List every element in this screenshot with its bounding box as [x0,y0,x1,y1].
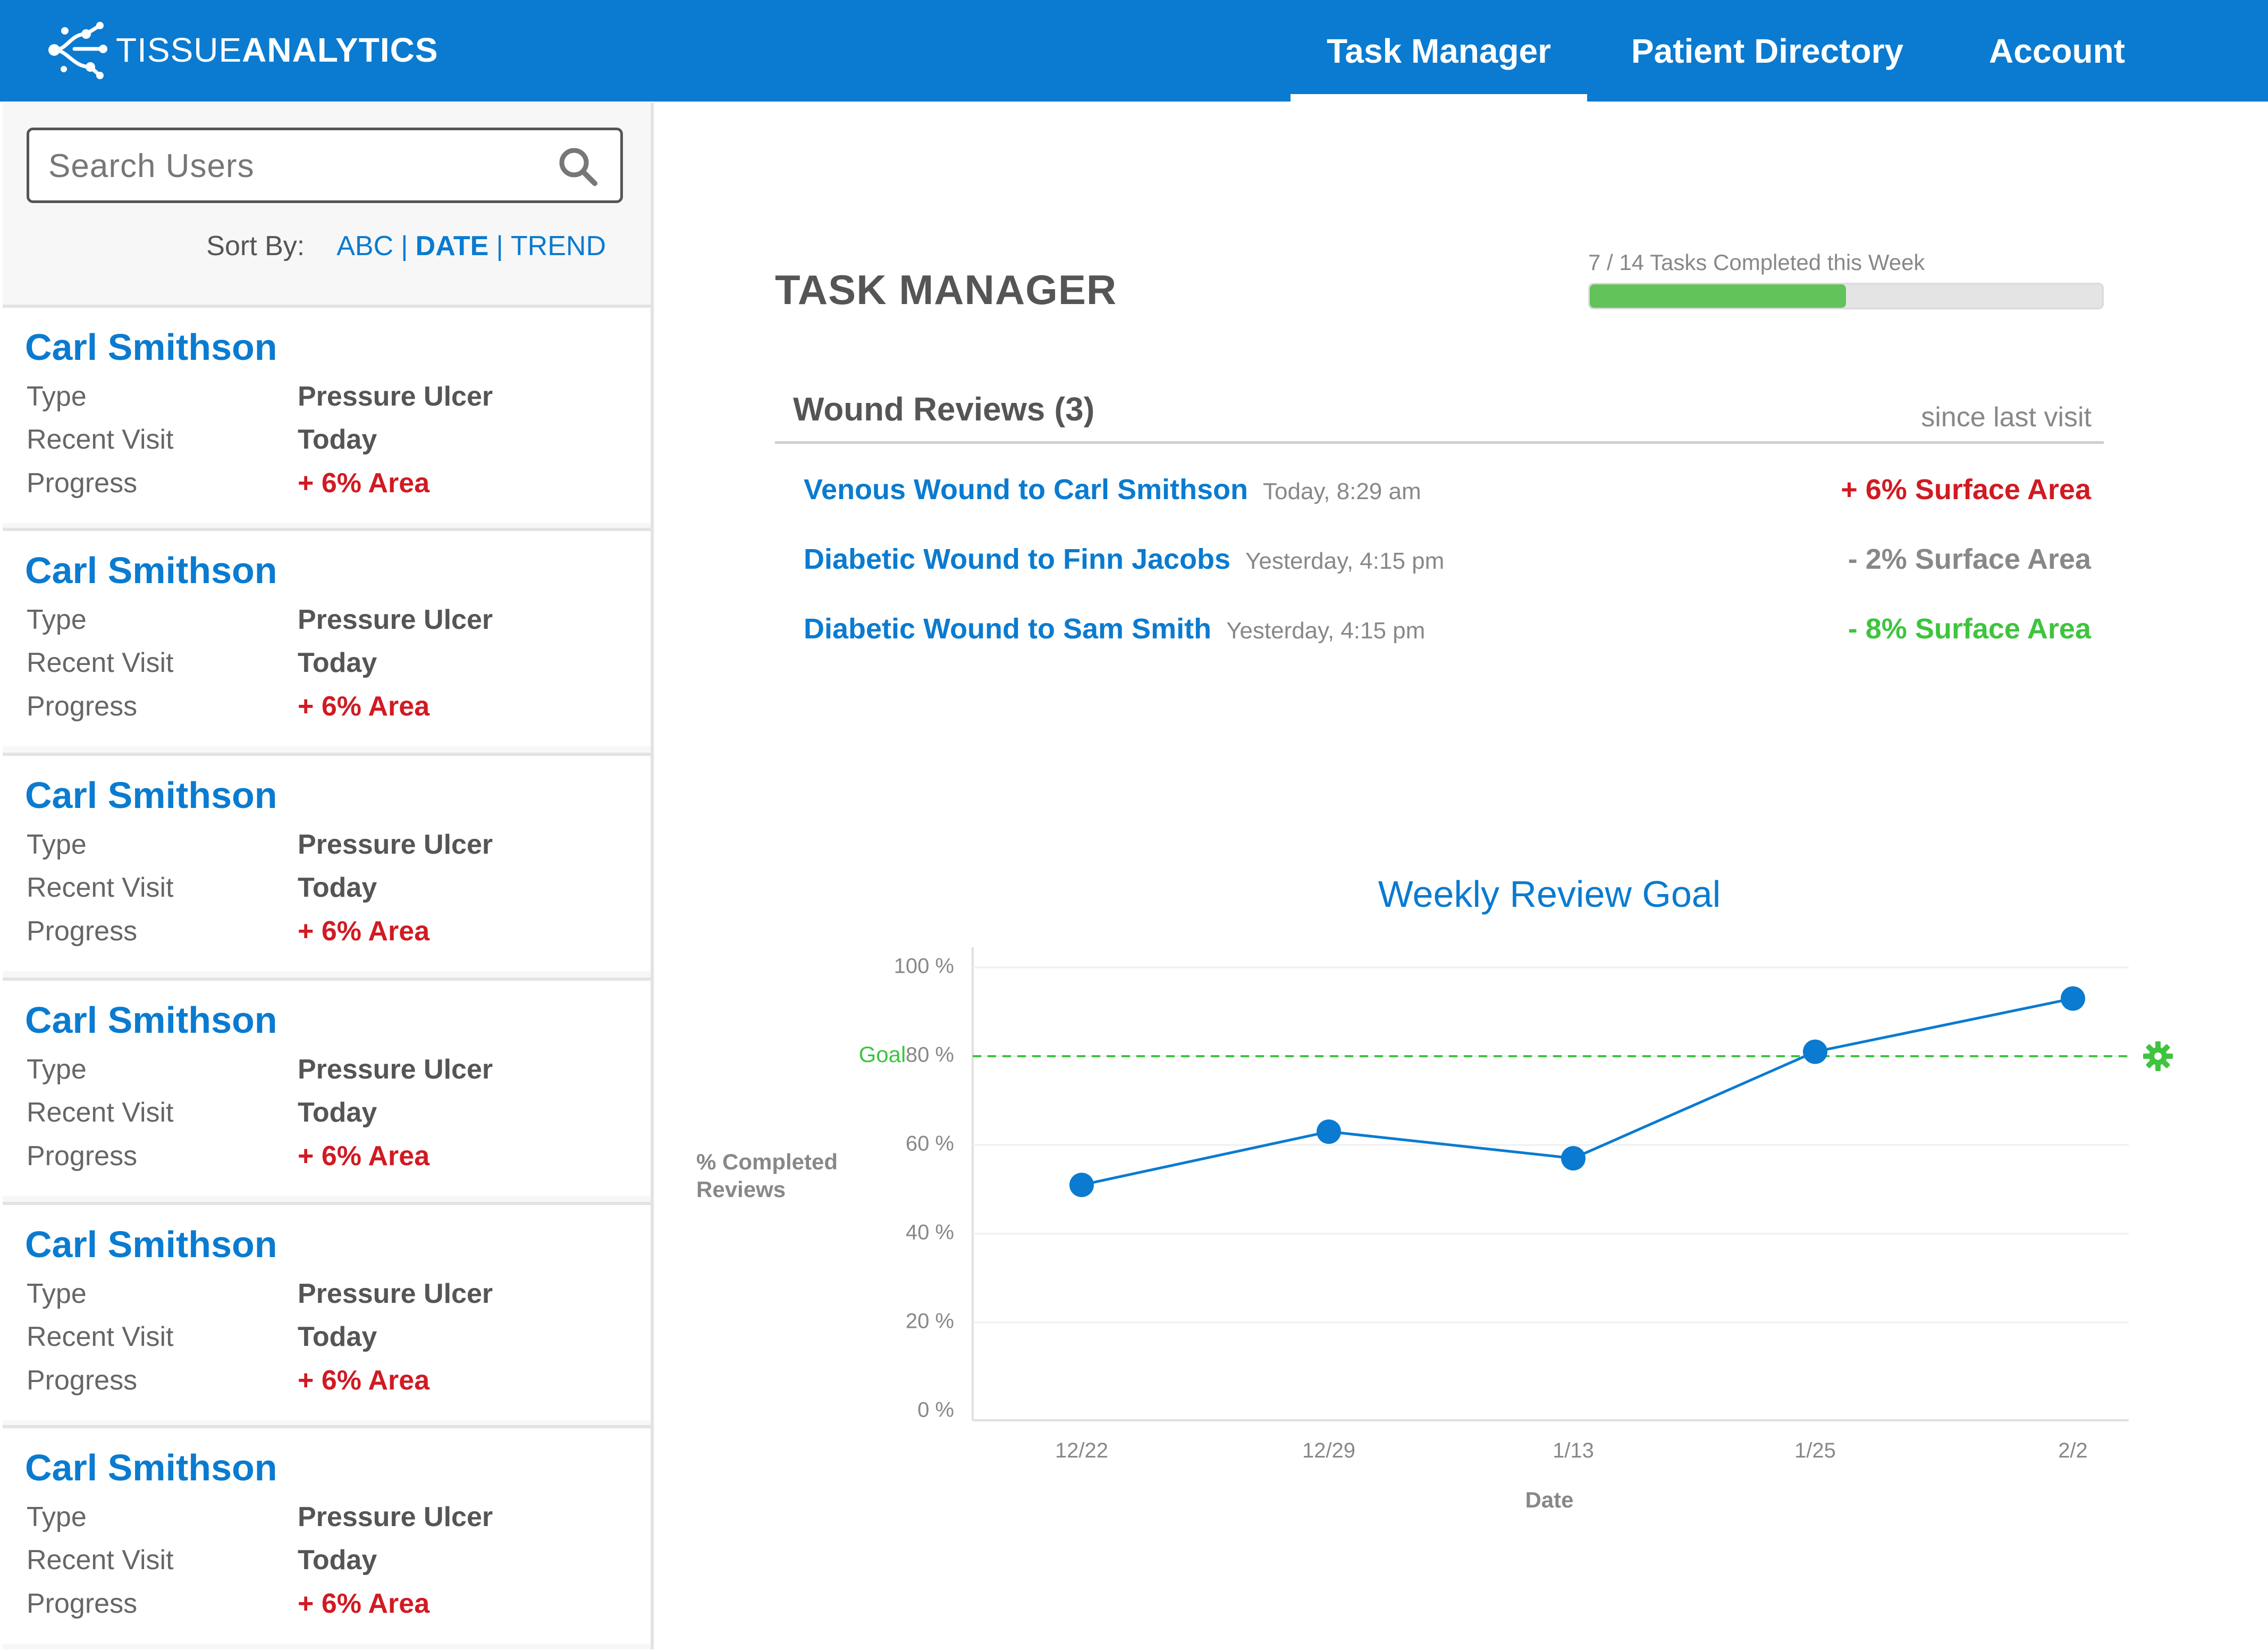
review-change: + 6% Surface Area [1841,474,2091,506]
x-tick-label: 12/29 [1302,1439,1355,1462]
sort-trend-link[interactable]: TREND [511,231,606,262]
patient-name[interactable]: Carl Smithson [25,549,277,592]
y-tick-label: 20 % [906,1310,954,1333]
review-date: Yesterday, 4:15 pm [1226,618,1426,644]
sort-date-link[interactable]: DATE [416,231,489,262]
patient-name[interactable]: Carl Smithson [25,999,277,1041]
x-tick-label: 1/25 [1794,1439,1836,1462]
search-icon[interactable] [557,145,599,188]
x-tick-label: 2/2 [2058,1439,2088,1462]
goal-label: Goal [859,1042,906,1067]
brand-wordmark: TISSUEANALYTICS [116,31,439,69]
sort-controls: Sort By: ABC | DATE | TREND [206,231,606,262]
x-tick-label: 12/22 [1055,1439,1108,1462]
sort-label: Sort By: [206,231,305,262]
patient-name[interactable]: Carl Smithson [25,1223,277,1266]
search-users-input[interactable]: Search Users [27,128,623,203]
y-tick-label: 60 % [906,1132,954,1156]
wound-reviews-title: Wound Reviews (3) [793,391,1095,428]
weekly-review-chart: Weekly Review Goal 0 % 20 % 40 % 60 % 80 % 10… [696,873,2173,1512]
y-tick-label: 0 % [917,1399,954,1422]
patient-name[interactable]: Carl Smithson [25,774,277,816]
tasks-progress-fill [1590,284,1846,308]
tab-account[interactable]: Account [1956,0,2158,102]
chart-title: Weekly Review Goal [1378,873,1721,915]
patient-card[interactable]: Carl Smithson Type Pressure Ulcer Recent Vi… [3,1425,651,1644]
review-item[interactable]: Diabetic Wound to Sam Smith Yesterday, 4:… [804,612,2091,650]
patient-name[interactable]: Carl Smithson [25,326,277,368]
tasks-progress-bar [1588,283,2104,309]
brand-logo[interactable]: TISSUEANALYTICS [44,18,439,82]
tab-patient-directory[interactable]: Patient Directory [1605,0,1929,102]
patient-card[interactable]: Carl Smithson Type Pressure Ulcer Recent Vi… [3,1202,651,1420]
review-title-link[interactable]: Diabetic Wound to Sam Smith [804,613,1211,645]
patient-card[interactable]: Carl Smithson Type Pressure Ulcer Recent Vi… [3,305,651,523]
page-title: TASK MANAGER [775,266,1117,313]
goal-settings-gear-icon[interactable] [2143,1041,2173,1071]
review-item[interactable]: Diabetic Wound to Finn Jacobs Yesterday, … [804,543,2091,580]
active-tab-indicator [1291,94,1587,102]
review-item[interactable]: Venous Wound to Carl Smithson Today, 8:29… [804,473,2091,510]
data-point[interactable] [2061,986,2085,1011]
molecule-icon [48,22,107,79]
tasks-progress-label: 7 / 14 Tasks Completed this Week [1588,250,1925,275]
patient-card[interactable]: Carl Smithson Type Pressure Ulcer Recent Vi… [3,978,651,1196]
app-header: TISSUEANALYTICS Task Manager Patient Dir… [0,0,2268,102]
x-tick-label: 1/13 [1553,1439,1594,1462]
sort-abc-link[interactable]: ABC [336,231,393,262]
review-date: Yesterday, 4:15 pm [1245,548,1445,574]
data-point[interactable] [1069,1173,1094,1198]
patient-card[interactable]: Carl Smithson Type Pressure Ulcer Recent Vi… [3,528,651,746]
search-placeholder: Search Users [48,148,255,184]
data-point[interactable] [1561,1146,1586,1171]
patient-sidebar: Search Users Sort By: ABC | DATE | TREND Carl… [3,103,654,1649]
review-change: - 2% Surface Area [1848,543,2091,575]
patient-name[interactable]: Carl Smithson [25,1446,277,1489]
tab-task-manager[interactable]: Task Manager [1291,0,1587,102]
section-divider [775,441,2104,444]
data-point[interactable] [1317,1119,1341,1144]
review-change: - 8% Surface Area [1848,613,2091,645]
patient-card[interactable]: Carl Smithson Type Pressure Ulcer Recent Vi… [3,753,651,971]
y-tick-label: 40 % [906,1221,954,1244]
y-tick-label: 80 % [906,1043,954,1067]
review-date: Today, 8:29 am [1263,478,1421,504]
x-axis-label: Date [1525,1487,1573,1512]
review-title-link[interactable]: Diabetic Wound to Finn Jacobs [804,543,1230,575]
y-axis-label: % Completed Reviews [696,1149,838,1202]
wound-reviews-subtitle: since last visit [1921,402,2092,433]
review-title-link[interactable]: Venous Wound to Carl Smithson [804,474,1248,506]
data-point[interactable] [1803,1039,1827,1064]
y-tick-label: 100 % [894,955,954,978]
